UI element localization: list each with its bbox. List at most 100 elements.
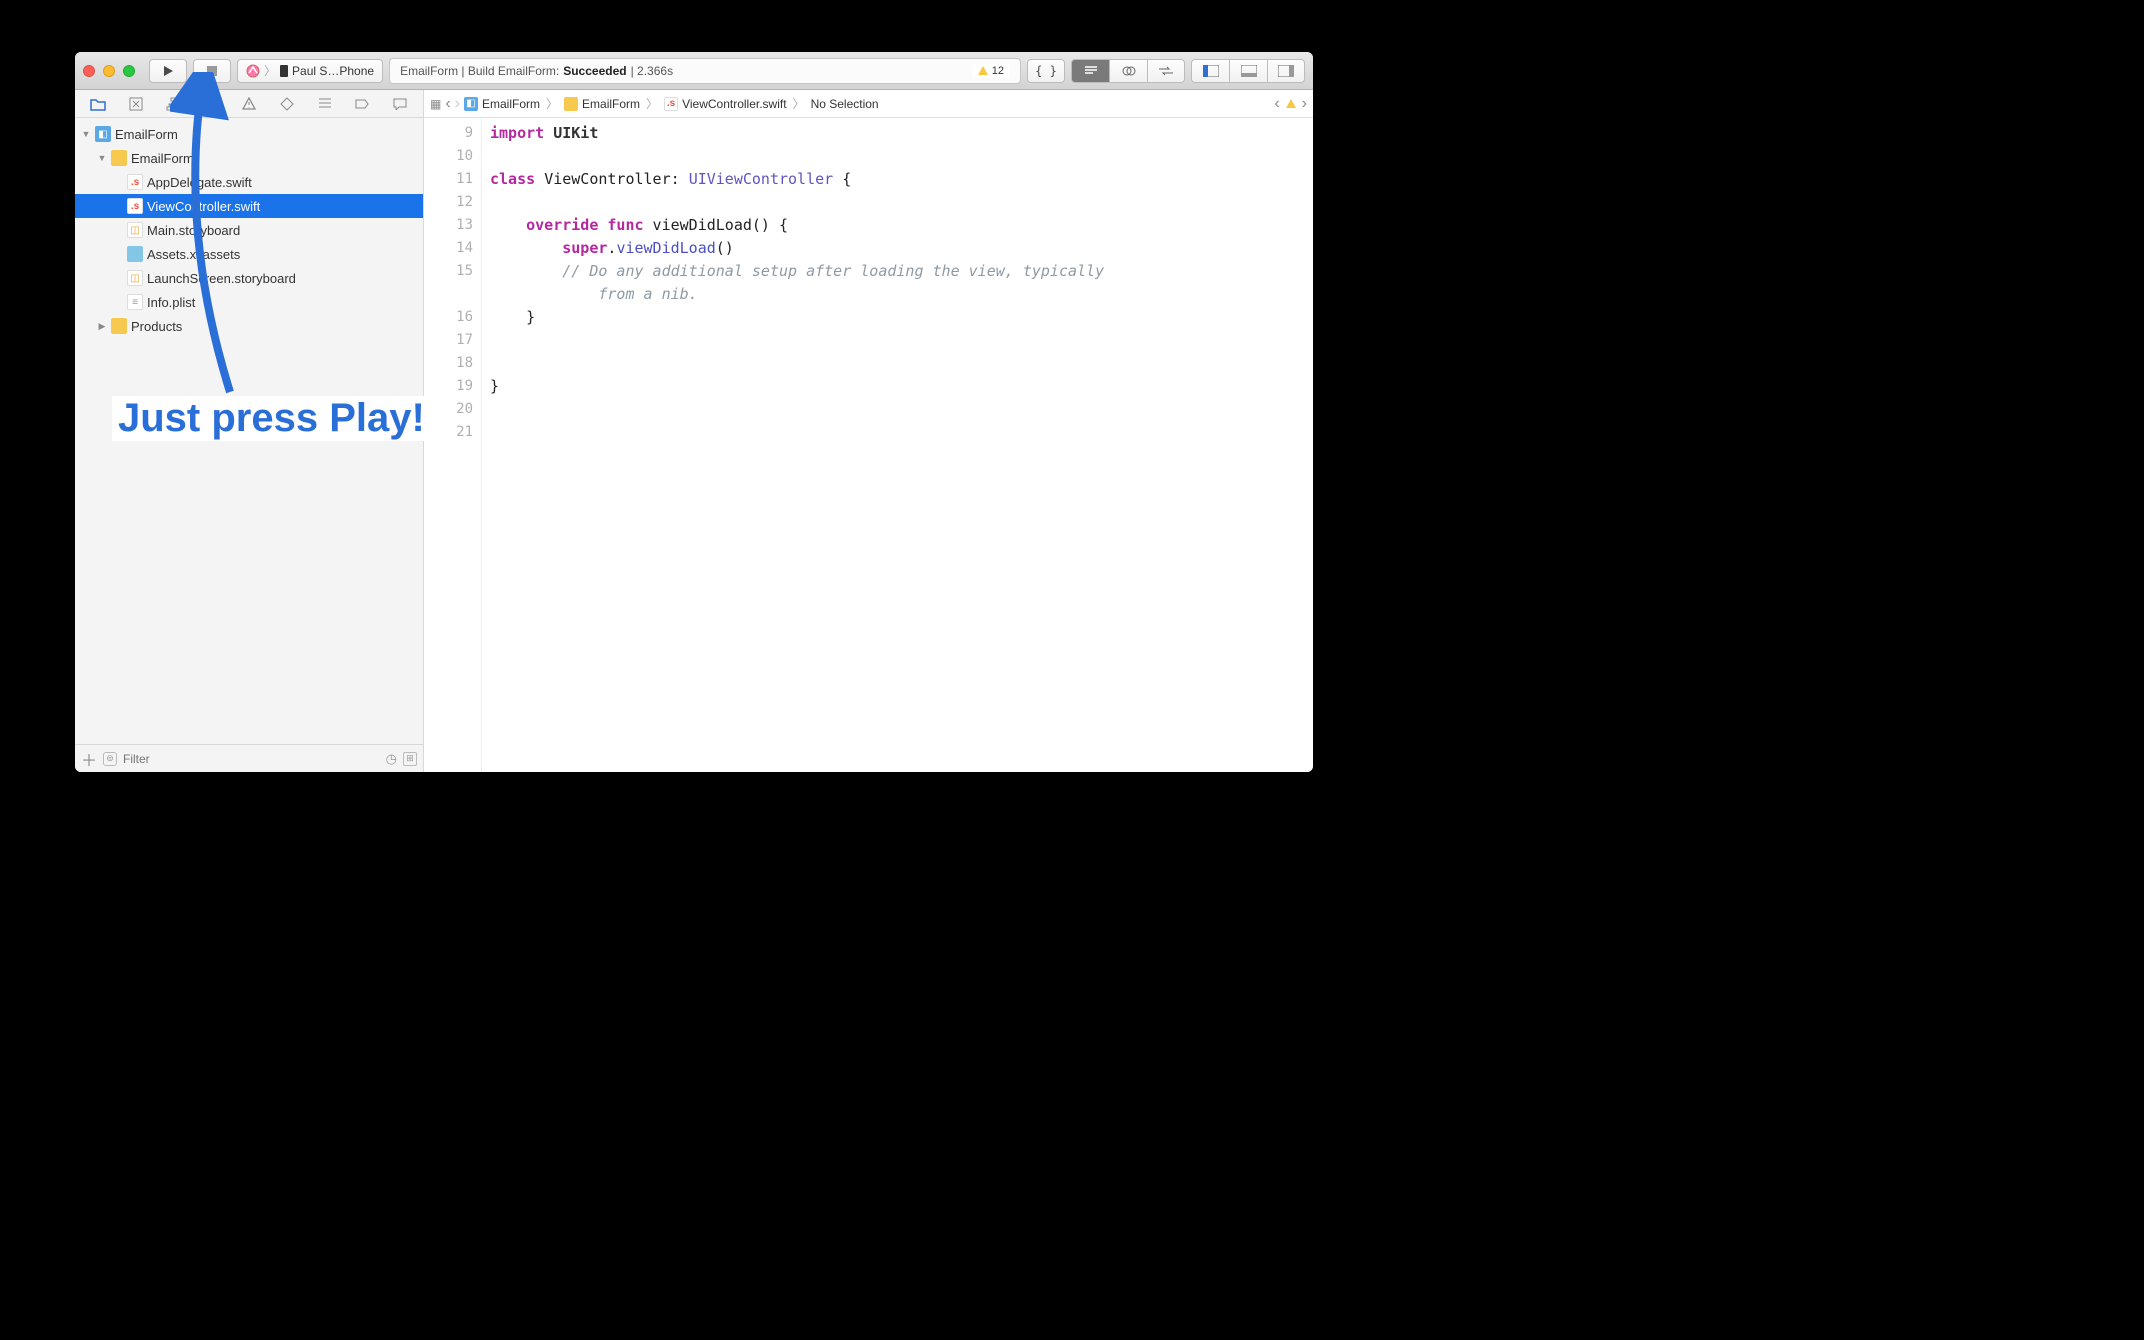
tree-group-products[interactable]: ▶ Products bbox=[75, 314, 423, 338]
code-keyword: super bbox=[562, 239, 607, 257]
tree-project-row[interactable]: ▼ ◧ EmailForm bbox=[75, 122, 423, 146]
symbol-navigator-tab[interactable] bbox=[155, 90, 193, 118]
jumpbar-project-label: EmailForm bbox=[482, 97, 540, 111]
jumpbar-group-label: EmailForm bbox=[582, 97, 640, 111]
breakpoint-navigator-tab[interactable] bbox=[343, 90, 381, 118]
plist-file-icon: ≡ bbox=[127, 294, 143, 310]
tree-file-main-storyboard[interactable]: ◫ Main.storyboard bbox=[75, 218, 423, 242]
warnings-badge[interactable]: 12 bbox=[972, 64, 1010, 78]
debug-navigator-tab[interactable] bbox=[306, 90, 344, 118]
tree-file-assets[interactable]: Assets.xcassets bbox=[75, 242, 423, 266]
add-button[interactable]: ＋ bbox=[81, 747, 97, 771]
project-navigator-tab[interactable] bbox=[79, 90, 117, 118]
folder-icon bbox=[111, 150, 127, 166]
project-icon: ◧ bbox=[95, 126, 111, 142]
navigator-tabs bbox=[75, 90, 423, 118]
activity-viewer[interactable]: EmailForm | Build EmailForm: Succeeded |… bbox=[389, 58, 1021, 84]
report-navigator-tab[interactable] bbox=[381, 90, 419, 118]
traffic-lights bbox=[83, 65, 135, 77]
close-window-button[interactable] bbox=[83, 65, 95, 77]
jumpbar-group[interactable]: EmailForm bbox=[564, 97, 640, 111]
rings-icon bbox=[1122, 65, 1136, 77]
code-text: } bbox=[490, 308, 535, 326]
activity-status: Succeeded bbox=[563, 64, 626, 78]
scm-filter-icon[interactable]: ⊞ bbox=[403, 752, 417, 766]
disclosure-triangle-icon[interactable]: ▼ bbox=[97, 153, 107, 163]
tree-file-launchscreen[interactable]: ◫ LaunchScreen.storyboard bbox=[75, 266, 423, 290]
scope-icon[interactable]: ⊜ bbox=[103, 752, 117, 766]
related-items-button[interactable]: ▦ bbox=[430, 97, 441, 111]
recent-filter-icon[interactable]: ◷ bbox=[386, 751, 397, 767]
scheme-selector[interactable]: 〉 Paul S…Phone bbox=[237, 59, 383, 83]
prev-issue-button[interactable]: ‹ bbox=[1274, 95, 1279, 113]
disclosure-triangle-icon[interactable]: ▼ bbox=[81, 129, 91, 139]
file-label: ViewController.swift bbox=[147, 199, 260, 214]
standard-editor-button[interactable] bbox=[1071, 59, 1109, 83]
diamond-icon bbox=[280, 97, 294, 111]
jumpbar-project[interactable]: ◧ EmailForm bbox=[464, 97, 540, 111]
chevron-right-icon: 〉 bbox=[793, 95, 805, 112]
code-keyword: import bbox=[490, 124, 544, 142]
tree-file-infoplist[interactable]: ≡ Info.plist bbox=[75, 290, 423, 314]
issue-navigator-tab[interactable] bbox=[230, 90, 268, 118]
tree-file-appdelegate[interactable]: .s AppDelegate.swift bbox=[75, 170, 423, 194]
jumpbar-file[interactable]: .s ViewController.swift bbox=[664, 97, 786, 111]
code-text: } bbox=[490, 377, 499, 395]
version-editor-button[interactable] bbox=[1147, 59, 1185, 83]
folder-icon bbox=[90, 97, 106, 111]
jumpbar-file-label: ViewController.swift bbox=[682, 97, 786, 111]
tree-group-row[interactable]: ▼ EmailForm bbox=[75, 146, 423, 170]
panel-segmented bbox=[1191, 59, 1305, 83]
assistant-editor-button[interactable] bbox=[1109, 59, 1147, 83]
right-panel-icon bbox=[1278, 65, 1294, 77]
warning-icon[interactable] bbox=[1286, 99, 1296, 108]
run-button[interactable] bbox=[149, 59, 187, 83]
filter-input[interactable] bbox=[123, 752, 380, 766]
app-icon bbox=[246, 64, 260, 78]
next-issue-button[interactable]: › bbox=[1302, 95, 1307, 113]
line-number: 9 bbox=[424, 122, 473, 145]
jumpbar-selection[interactable]: No Selection bbox=[811, 97, 879, 111]
device-icon bbox=[280, 65, 288, 77]
line-number: 11 bbox=[424, 168, 473, 191]
code-keyword: class bbox=[490, 170, 535, 188]
code-snippets-button[interactable]: { } bbox=[1027, 59, 1065, 83]
warning-icon bbox=[242, 97, 256, 110]
file-label: Info.plist bbox=[147, 295, 195, 310]
code-identifier: ViewController bbox=[544, 170, 670, 188]
stop-button[interactable] bbox=[193, 59, 231, 83]
navigator-filter-bar: ＋ ⊜ ◷ ⊞ bbox=[75, 744, 423, 772]
group-name: EmailForm bbox=[131, 151, 194, 166]
code-type: UIViewController bbox=[689, 170, 834, 188]
search-icon bbox=[204, 97, 218, 111]
code-keyword: func bbox=[607, 216, 643, 234]
breakpoint-icon bbox=[355, 99, 369, 109]
toggle-navigator-button[interactable] bbox=[1191, 59, 1229, 83]
file-label: Assets.xcassets bbox=[147, 247, 240, 262]
toggle-debug-button[interactable] bbox=[1229, 59, 1267, 83]
source-control-navigator-tab[interactable] bbox=[117, 90, 155, 118]
test-navigator-tab[interactable] bbox=[268, 90, 306, 118]
zoom-window-button[interactable] bbox=[123, 65, 135, 77]
forward-button[interactable]: › bbox=[455, 95, 460, 113]
jumpbar-right: ‹ › bbox=[1274, 95, 1307, 113]
disclosure-triangle-icon[interactable]: ▶ bbox=[97, 321, 107, 331]
code-method: viewDidLoad bbox=[616, 239, 715, 257]
titlebar: 〉 Paul S…Phone EmailForm | Build EmailFo… bbox=[75, 52, 1313, 90]
code-comment: // Do any additional setup after loading… bbox=[562, 262, 1104, 280]
code-area: 9 10 11 12 13 14 15 16 17 18 19 20 21 im… bbox=[424, 118, 1313, 772]
jumpbar-selection-label: No Selection bbox=[811, 97, 879, 111]
storyboard-file-icon: ◫ bbox=[127, 270, 143, 286]
lines-icon bbox=[1084, 66, 1098, 76]
back-button[interactable]: ‹ bbox=[445, 95, 450, 113]
toggle-inspector-button[interactable] bbox=[1267, 59, 1305, 83]
folder-icon bbox=[111, 318, 127, 334]
minimize-window-button[interactable] bbox=[103, 65, 115, 77]
line-number: 21 bbox=[424, 421, 473, 444]
source-editor[interactable]: import UIKit class ViewController: UIVie… bbox=[482, 118, 1313, 772]
assets-file-icon bbox=[127, 246, 143, 262]
line-number: 17 bbox=[424, 329, 473, 352]
tree-file-viewcontroller[interactable]: .s ViewController.swift bbox=[75, 194, 423, 218]
find-navigator-tab[interactable] bbox=[192, 90, 230, 118]
arrows-icon bbox=[1158, 66, 1174, 76]
